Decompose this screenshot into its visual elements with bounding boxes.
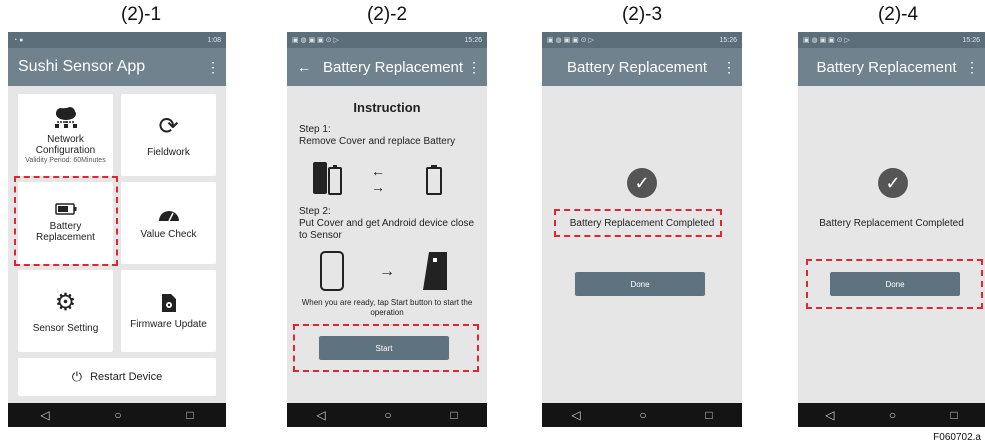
gear-icon: ⚙: [54, 289, 77, 316]
step1-text: Remove Cover and replace Battery: [299, 136, 456, 147]
status-icons-left: ▣ ◍ ▣ ▣ ⊙ ▷: [547, 37, 594, 44]
phone-screen-done: ▣ ◍ ▣ ▣ ⊙ ▷ 15:26 Battery Replacement ⋮ …: [798, 32, 985, 427]
tile-label: Fieldwork: [147, 147, 190, 158]
power-icon: ⏻: [71, 369, 83, 384]
tile-label: Sensor Setting: [32, 323, 99, 334]
ready-note: When you are ready, tap Start button to …: [301, 298, 473, 317]
check-circle-icon: ✓: [627, 168, 657, 198]
cloud-network-icon: [54, 107, 77, 128]
status-icons-left: ◔ ●: [13, 36, 24, 44]
panel-label: (2)-1: [120, 4, 162, 25]
home-nav-icon[interactable]: ○: [889, 408, 896, 422]
sensor-setting-tile[interactable]: ⚙ Sensor Setting: [18, 270, 113, 352]
app-bar: Battery Replacement ⋮: [798, 48, 985, 86]
restart-label: Restart Device: [90, 371, 163, 383]
android-nav-bar: ◁ ○ □: [542, 403, 742, 427]
restart-device-button[interactable]: ⏻ Restart Device: [18, 358, 216, 396]
app-title: Battery Replacement: [816, 58, 957, 76]
tile-label: Value Check: [140, 228, 197, 240]
file-gear-icon: [161, 293, 176, 312]
status-bar: ▣ ◍ ▣ ▣ ⊙ ▷ 15:26: [798, 32, 985, 48]
done-button[interactable]: Done: [830, 272, 960, 296]
phone-screen-completed: ▣ ◍ ▣ ▣ ⊙ ▷ 15:26 Battery Replacement ⋮ …: [542, 32, 742, 427]
instruction-title: Instruction: [353, 100, 421, 115]
overflow-menu-icon[interactable]: ⋮: [722, 59, 736, 76]
panel-label: (2)-3: [621, 4, 663, 25]
app-bar: Sushi Sensor App ⋮: [8, 48, 226, 86]
app-title: Sushi Sensor App: [18, 58, 146, 75]
home-nav-icon[interactable]: ○: [639, 408, 646, 422]
status-time: 15:26: [464, 36, 482, 44]
home-nav-icon[interactable]: ○: [384, 408, 391, 422]
phone-screen-instruction: ▣ ◍ ▣ ▣ ⊙ ▷ 15:26 ← Battery Replacement …: [287, 32, 487, 427]
completed-message: Battery Replacement Completed: [819, 218, 964, 229]
back-nav-icon[interactable]: ◁: [825, 408, 834, 422]
status-bar: ▣ ◍ ▣ ▣ ⊙ ▷ 15:26: [542, 32, 742, 48]
battery-icon: [54, 203, 76, 215]
step1-heading: Step 1:: [299, 124, 331, 135]
android-nav-bar: ◁ ○ □: [287, 403, 487, 427]
android-nav-bar: ◁ ○ □: [8, 403, 226, 427]
step2: Step 2: Put Cover and get Android device…: [299, 206, 479, 242]
completed-content: ✓ Battery Replacement Completed Done: [542, 86, 742, 403]
phone-screen-home: ◔ ● 1:08 Sushi Sensor App ⋮ Network Conf…: [8, 32, 226, 427]
battery-replacement-tile[interactable]: Battery Replacement: [18, 182, 113, 264]
svg-text:←: ←: [371, 163, 385, 179]
back-nav-icon[interactable]: ◁: [571, 408, 580, 422]
step2-heading: Step 2:: [299, 206, 331, 217]
recents-nav-icon[interactable]: □: [450, 408, 457, 422]
tile-sublabel: Validity Period: 60Minutes: [25, 157, 106, 164]
android-nav-bar: ◁ ○ □: [798, 403, 985, 427]
start-button[interactable]: Start: [319, 336, 449, 360]
recents-nav-icon[interactable]: □: [705, 408, 712, 422]
svg-text:→: →: [379, 263, 395, 280]
value-check-tile[interactable]: Value Check: [121, 182, 216, 264]
recents-nav-icon[interactable]: □: [951, 408, 958, 422]
back-arrow-icon[interactable]: ←: [297, 59, 311, 75]
battery-swap-illustration: ← →: [313, 162, 442, 195]
check-circle-icon: ✓: [878, 168, 908, 198]
firmware-update-tile[interactable]: Firmware Update: [121, 270, 216, 352]
completed-content: ✓ Battery Replacement Completed Done: [798, 86, 985, 403]
home-nav-icon[interactable]: ○: [114, 408, 121, 422]
figure-id: F060702.a: [933, 432, 981, 443]
tile-label: Firmware Update: [130, 318, 207, 330]
app-bar: ← Battery Replacement ⋮: [287, 48, 487, 86]
status-bar: ▣ ◍ ▣ ▣ ⊙ ▷ 15:26: [287, 32, 487, 48]
app-title: Battery Replacement: [323, 58, 464, 76]
panel-label: (2)-4: [877, 4, 919, 25]
step2-text: Put Cover and get Android device close t…: [299, 218, 475, 241]
tile-label: Battery Replacement: [36, 221, 95, 243]
status-time: 15:26: [719, 36, 737, 44]
fieldwork-tile[interactable]: ⟳ Fieldwork: [121, 94, 216, 176]
tile-label: Network Configuration: [35, 134, 96, 156]
app-title: Battery Replacement: [566, 58, 708, 76]
instruction-content: Instruction Step 1: Remove Cover and rep…: [287, 86, 487, 403]
step1: Step 1: Remove Cover and replace Battery: [299, 124, 455, 148]
status-time: 15:26: [962, 36, 980, 44]
svg-text:→: →: [371, 179, 385, 195]
status-bar: ◔ ● 1:08: [8, 32, 226, 48]
completed-message: Battery Replacement Completed: [569, 218, 715, 229]
overflow-menu-icon[interactable]: ⋮: [965, 59, 979, 76]
status-time: 1:08: [207, 36, 221, 44]
network-configuration-tile[interactable]: Network Configuration Validity Period: 6…: [18, 94, 113, 176]
sync-icon: ⟳: [158, 113, 179, 140]
recents-nav-icon[interactable]: □: [186, 408, 193, 422]
done-button[interactable]: Done: [575, 272, 705, 296]
overflow-menu-icon[interactable]: ⋮: [467, 59, 481, 76]
gauge-icon: [158, 210, 179, 221]
status-icons-left: ▣ ◍ ▣ ▣ ⊙ ▷: [803, 37, 850, 44]
overflow-menu-icon[interactable]: ⋮: [206, 59, 220, 76]
status-icons-left: ▣ ◍ ▣ ▣ ⊙ ▷: [292, 37, 339, 44]
phone-to-sensor-illustration: →: [320, 251, 447, 291]
app-bar: Battery Replacement ⋮: [542, 48, 742, 86]
back-nav-icon[interactable]: ◁: [316, 408, 325, 422]
back-nav-icon[interactable]: ◁: [40, 408, 49, 422]
panel-label: (2)-2: [366, 4, 408, 25]
